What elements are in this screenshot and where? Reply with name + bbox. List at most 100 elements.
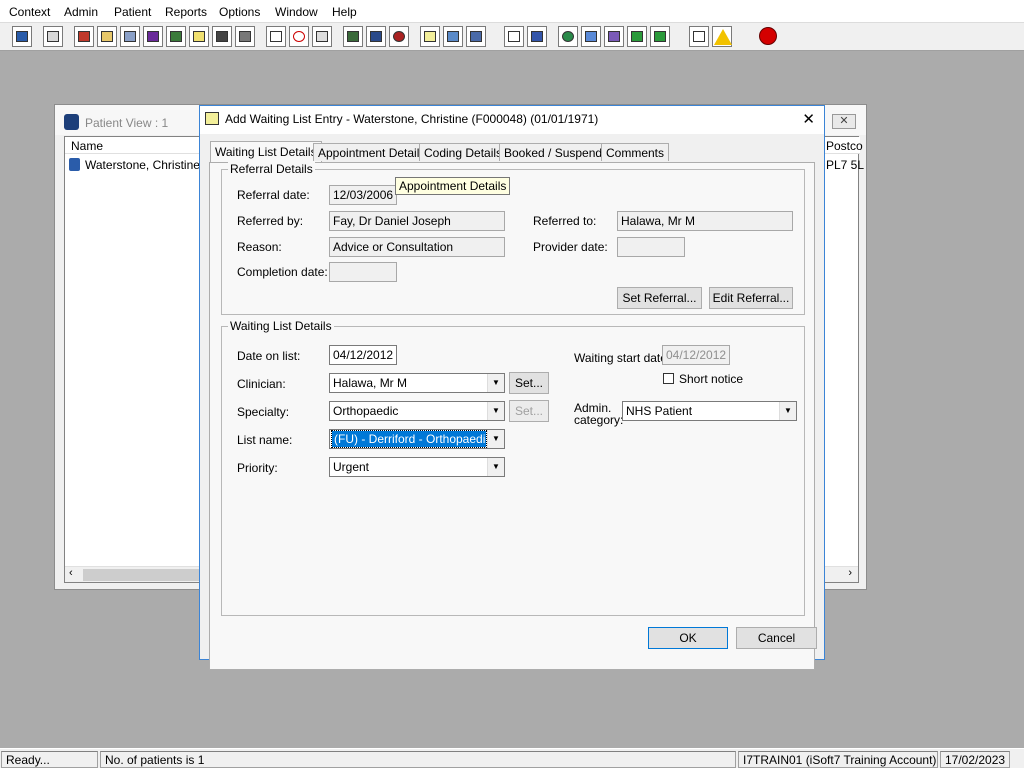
date-on-list-field[interactable]: 04/12/2012: [329, 345, 397, 365]
edit-icon[interactable]: [97, 26, 117, 47]
ambulance-icon[interactable]: [466, 26, 486, 47]
books-icon[interactable]: [74, 26, 94, 47]
clinician-value: Halawa, Mr M: [333, 376, 408, 390]
page-icon[interactable]: [504, 26, 524, 47]
globe-icon[interactable]: [558, 26, 578, 47]
priority-label: Priority:: [237, 461, 278, 475]
list-icon[interactable]: [120, 26, 140, 47]
tab-coding-details[interactable]: Coding Details: [419, 143, 508, 161]
notes-icon[interactable]: [189, 26, 209, 47]
set-clinician-button[interactable]: Set...: [509, 372, 549, 394]
waiting-list-details-legend: Waiting List Details: [228, 319, 334, 333]
card-icon[interactable]: [343, 26, 363, 47]
chevron-down-icon[interactable]: ▼: [487, 402, 504, 420]
swap-icon[interactable]: [689, 26, 709, 47]
chevron-down-icon[interactable]: ▼: [487, 458, 504, 476]
status-patient-count: No. of patients is 1: [100, 751, 736, 768]
status-bar: Ready... No. of patients is 1 I7TRAIN01 …: [0, 748, 1024, 768]
edit-referral-button[interactable]: Edit Referral...: [709, 287, 793, 309]
menu-context[interactable]: Context: [9, 5, 50, 19]
waiting-start-date-label: Waiting start date:: [574, 351, 671, 365]
dialog-title: Add Waiting List Entry - Waterstone, Chr…: [225, 112, 599, 126]
chevron-down-icon[interactable]: ▼: [779, 402, 796, 420]
short-notice-checkbox[interactable]: [663, 373, 674, 384]
menu-patient[interactable]: Patient: [114, 5, 151, 19]
close-icon[interactable]: ✕: [802, 110, 815, 128]
menu-bar: Context Admin Patient Reports Options Wi…: [0, 0, 1024, 23]
referral-date-label: Referral date:: [237, 188, 310, 202]
toolbar: [0, 23, 1024, 51]
menu-help[interactable]: Help: [332, 5, 357, 19]
flag2-icon[interactable]: [235, 26, 255, 47]
status-account: I7TRAIN01 (iSoft7 Training Account): [738, 751, 938, 768]
referral-date-field: 12/03/2006: [329, 185, 397, 205]
form-icon[interactable]: [581, 26, 601, 47]
search-doc-icon[interactable]: [266, 26, 286, 47]
card2-icon[interactable]: [366, 26, 386, 47]
tab-appointment-details[interactable]: Appointment Details: [313, 143, 431, 161]
clinician-select[interactable]: Halawa, Mr M ▼: [329, 373, 505, 393]
set-referral-button[interactable]: Set Referral...: [617, 287, 702, 309]
admin-category-label-line2: category:: [574, 413, 624, 427]
arrow-right-icon[interactable]: [650, 26, 670, 47]
patient-icon[interactable]: [12, 26, 32, 47]
menu-admin[interactable]: Admin: [64, 5, 98, 19]
status-date: 17/02/2023: [940, 751, 1010, 768]
waiting-list-details-group: Waiting List Details Date on list: 04/12…: [221, 319, 805, 616]
tab-comments[interactable]: Comments: [601, 143, 670, 161]
scrollbar-thumb[interactable]: [83, 569, 203, 581]
dialog-titlebar: Add Waiting List Entry - Waterstone, Chr…: [200, 106, 824, 134]
list-name-value: (FU) - Derriford - Orthopaedic OP: [331, 430, 487, 448]
column-header-name-label: Name: [71, 139, 104, 153]
tab-waiting-list-details[interactable]: Waiting List Details: [210, 141, 322, 162]
patient-name-cell: Waterstone, Christine...: [85, 158, 210, 172]
list-name-select[interactable]: (FU) - Derriford - Orthopaedic OP ▼: [329, 429, 505, 449]
referred-by-field: Fay, Dr Daniel Joseph: [329, 211, 505, 231]
column-header-name[interactable]: Name: [65, 137, 201, 154]
note-icon[interactable]: [420, 26, 440, 47]
reason-field: Advice or Consultation: [329, 237, 505, 257]
set-specialty-button: Set...: [509, 400, 549, 422]
print-icon[interactable]: [43, 26, 63, 47]
clinician-label: Clinician:: [237, 377, 286, 391]
menu-options[interactable]: Options: [219, 5, 260, 19]
ok-button[interactable]: OK: [648, 627, 728, 649]
chevron-down-icon[interactable]: ▼: [487, 430, 504, 448]
m-icon[interactable]: [143, 26, 163, 47]
admin-category-select[interactable]: NHS Patient ▼: [622, 401, 797, 421]
menu-reports[interactable]: Reports: [165, 5, 207, 19]
form2-icon[interactable]: [604, 26, 624, 47]
scroll-left-icon[interactable]: ‹: [69, 567, 73, 579]
monitor-icon[interactable]: [312, 26, 332, 47]
reason-label: Reason:: [237, 240, 282, 254]
completion-date-field: [329, 262, 397, 282]
exit-icon[interactable]: [758, 26, 778, 47]
note-icon: [205, 112, 219, 125]
chevron-down-icon[interactable]: ▼: [487, 374, 504, 392]
cancel-button[interactable]: Cancel: [736, 627, 817, 649]
priority-select[interactable]: Urgent ▼: [329, 457, 505, 477]
patient-view-close-icon[interactable]: ✕: [832, 114, 856, 129]
clock-icon[interactable]: [289, 26, 309, 47]
tab-booked-suspend[interactable]: Booked / Suspend: [499, 143, 608, 161]
person-icon[interactable]: [166, 26, 186, 47]
chart-icon[interactable]: [527, 26, 547, 47]
priority-value: Urgent: [333, 460, 370, 474]
warning-icon[interactable]: [712, 26, 732, 47]
scroll-right-icon[interactable]: ›: [848, 567, 852, 579]
dial-icon[interactable]: [389, 26, 409, 47]
status-ready: Ready...: [1, 751, 98, 768]
patient-view-title: Patient View : 1: [85, 116, 169, 130]
list-name-label: List name:: [237, 433, 293, 447]
column-header-postcode[interactable]: Postco: [825, 137, 863, 154]
specialty-label: Specialty:: [237, 405, 290, 419]
table-row-postcode[interactable]: PL7 5L: [825, 156, 864, 174]
specialty-value: Orthopaedic: [333, 404, 399, 418]
bed-icon[interactable]: [443, 26, 463, 47]
tooltip: Appointment Details: [395, 177, 511, 195]
arrow-down-icon[interactable]: [627, 26, 647, 47]
table-row[interactable]: Waterstone, Christine...: [65, 156, 210, 174]
specialty-select[interactable]: Orthopaedic ▼: [329, 401, 505, 421]
flag-icon[interactable]: [212, 26, 232, 47]
menu-window[interactable]: Window: [275, 5, 318, 19]
